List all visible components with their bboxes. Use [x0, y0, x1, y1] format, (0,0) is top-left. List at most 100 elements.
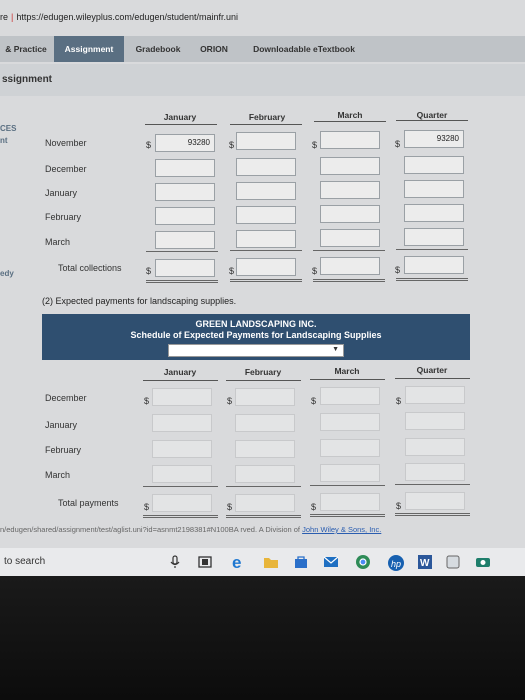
app-icon[interactable]	[444, 553, 462, 571]
feb-quarter-input[interactable]	[404, 204, 464, 222]
course-nav-tabs: & Practice Assignment Gradebook ORION Do…	[0, 36, 525, 62]
pay-dec-quarter-input[interactable]	[405, 386, 465, 404]
pay-jan-march-input[interactable]	[320, 413, 380, 431]
sched1-row-label: January	[45, 188, 78, 198]
sched2-header-quarter: Quarter	[416, 365, 448, 375]
microphone-icon[interactable]	[166, 553, 184, 571]
mar-february-input[interactable]	[236, 230, 296, 248]
pay-feb-quarter-input[interactable]	[405, 438, 465, 456]
file-explorer-icon[interactable]	[262, 553, 280, 571]
total-collections-label: Total collections	[58, 263, 122, 273]
feb-march-input[interactable]	[320, 205, 380, 223]
pay-mar-quarter-input[interactable]	[405, 463, 465, 481]
total-double-rule	[230, 279, 302, 282]
currency-symbol: $	[229, 266, 235, 276]
pay-dec-january-input[interactable]	[152, 388, 212, 406]
pay-mar-january-input[interactable]	[152, 465, 212, 483]
tab-practice[interactable]: & Practice	[0, 36, 52, 62]
tab-assignment[interactable]: Assignment	[54, 36, 124, 62]
total-january-input[interactable]	[155, 259, 215, 277]
taskbar-app-icon[interactable]	[474, 553, 492, 571]
currency-symbol: $	[395, 139, 401, 149]
subtotal-rule	[226, 486, 301, 487]
currency-symbol: $	[396, 501, 402, 511]
subtotal-rule	[146, 251, 218, 252]
currency-symbol: $	[311, 502, 317, 512]
mar-quarter-input[interactable]	[404, 228, 464, 246]
total-quarter-input[interactable]	[404, 256, 464, 274]
sched1-header-rule	[145, 124, 217, 125]
schedule-period-select[interactable]: ▼	[168, 344, 344, 357]
jan-february-input[interactable]	[236, 182, 296, 200]
section2-heading: (2) Expected payments for landscaping su…	[42, 296, 237, 306]
chrome-icon[interactable]	[354, 553, 372, 571]
sched1-row-label: March	[45, 237, 71, 247]
pay-dec-february-input[interactable]	[235, 388, 295, 406]
nov-february-input[interactable]	[236, 132, 296, 150]
mar-march-input[interactable]	[320, 229, 380, 247]
mail-icon[interactable]	[322, 553, 340, 571]
total-double-rule	[396, 278, 468, 281]
word-icon[interactable]: W	[416, 553, 434, 571]
currency-symbol: $	[227, 502, 233, 512]
jan-january-input[interactable]	[155, 183, 215, 201]
tab-etextbook[interactable]: Downloadable eTextbook	[238, 36, 370, 62]
sched2-row-label: February	[45, 445, 82, 455]
store-icon[interactable]	[292, 553, 310, 571]
total-double-rule	[310, 514, 385, 517]
currency-symbol: $	[395, 265, 401, 275]
sched1-row-label: February	[45, 212, 82, 222]
sched1-header-rule	[396, 120, 468, 121]
currency-symbol: $	[311, 396, 317, 406]
dec-february-input[interactable]	[236, 158, 296, 176]
sched2-header-march: March	[334, 366, 360, 376]
pay-mar-february-input[interactable]	[235, 465, 295, 483]
pay-feb-march-input[interactable]	[320, 439, 380, 457]
tab-orion[interactable]: ORION	[192, 36, 236, 62]
page-footer: n/edugen/shared/assignment/test/aglist.u…	[0, 525, 381, 534]
pay-total-january-input[interactable]	[152, 494, 212, 512]
pay-jan-quarter-input[interactable]	[405, 412, 465, 430]
address-bar[interactable]: re | https://edugen.wileyplus.com/edugen/s…	[0, 12, 238, 22]
sched2-row-label: January	[45, 420, 78, 430]
total-march-input[interactable]	[320, 257, 380, 275]
total-double-rule	[395, 513, 470, 516]
jan-march-input[interactable]	[320, 181, 380, 199]
total-february-input[interactable]	[236, 258, 296, 276]
pay-jan-january-input[interactable]	[152, 414, 212, 432]
currency-symbol: $	[227, 396, 233, 406]
sched2-header-rule	[395, 378, 470, 379]
dec-quarter-input[interactable]	[404, 156, 464, 174]
svg-text:e: e	[232, 553, 241, 571]
pay-feb-february-input[interactable]	[235, 440, 295, 458]
edge-browser-icon[interactable]: e	[230, 553, 248, 572]
dec-march-input[interactable]	[320, 157, 380, 175]
pay-mar-march-input[interactable]	[320, 464, 380, 482]
hp-icon[interactable]: hp	[386, 553, 404, 571]
jan-quarter-input[interactable]	[404, 180, 464, 198]
browser-window: re | https://edugen.wileyplus.com/edugen/s…	[0, 0, 525, 576]
nov-january-input[interactable]: 93280	[155, 134, 215, 152]
task-view-icon[interactable]	[196, 553, 214, 571]
tab-gradebook[interactable]: Gradebook	[126, 36, 190, 62]
schedule2-banner: GREEN LANDSCAPING INC. Schedule of Expec…	[42, 314, 470, 360]
pay-total-march-input[interactable]	[320, 493, 380, 511]
nov-quarter-input[interactable]: 93280	[404, 130, 464, 148]
chevron-down-icon: ▼	[332, 346, 339, 353]
pay-total-quarter-input[interactable]	[405, 492, 465, 510]
feb-february-input[interactable]	[236, 206, 296, 224]
address-url[interactable]: https://edugen.wileyplus.com/edugen/stud…	[16, 12, 238, 22]
subtotal-rule	[395, 484, 470, 485]
pay-dec-march-input[interactable]	[320, 387, 380, 405]
currency-symbol: $	[144, 396, 150, 406]
pay-feb-january-input[interactable]	[152, 440, 212, 458]
pay-jan-february-input[interactable]	[235, 414, 295, 432]
nov-march-input[interactable]	[320, 131, 380, 149]
mar-january-input[interactable]	[155, 231, 215, 249]
dec-january-input[interactable]	[155, 159, 215, 177]
feb-january-input[interactable]	[155, 207, 215, 225]
subtotal-rule	[396, 249, 468, 250]
taskbar-search[interactable]: to search	[4, 556, 45, 567]
pay-total-february-input[interactable]	[235, 494, 295, 512]
publisher-link[interactable]: John Wiley & Sons, Inc.	[302, 525, 381, 534]
